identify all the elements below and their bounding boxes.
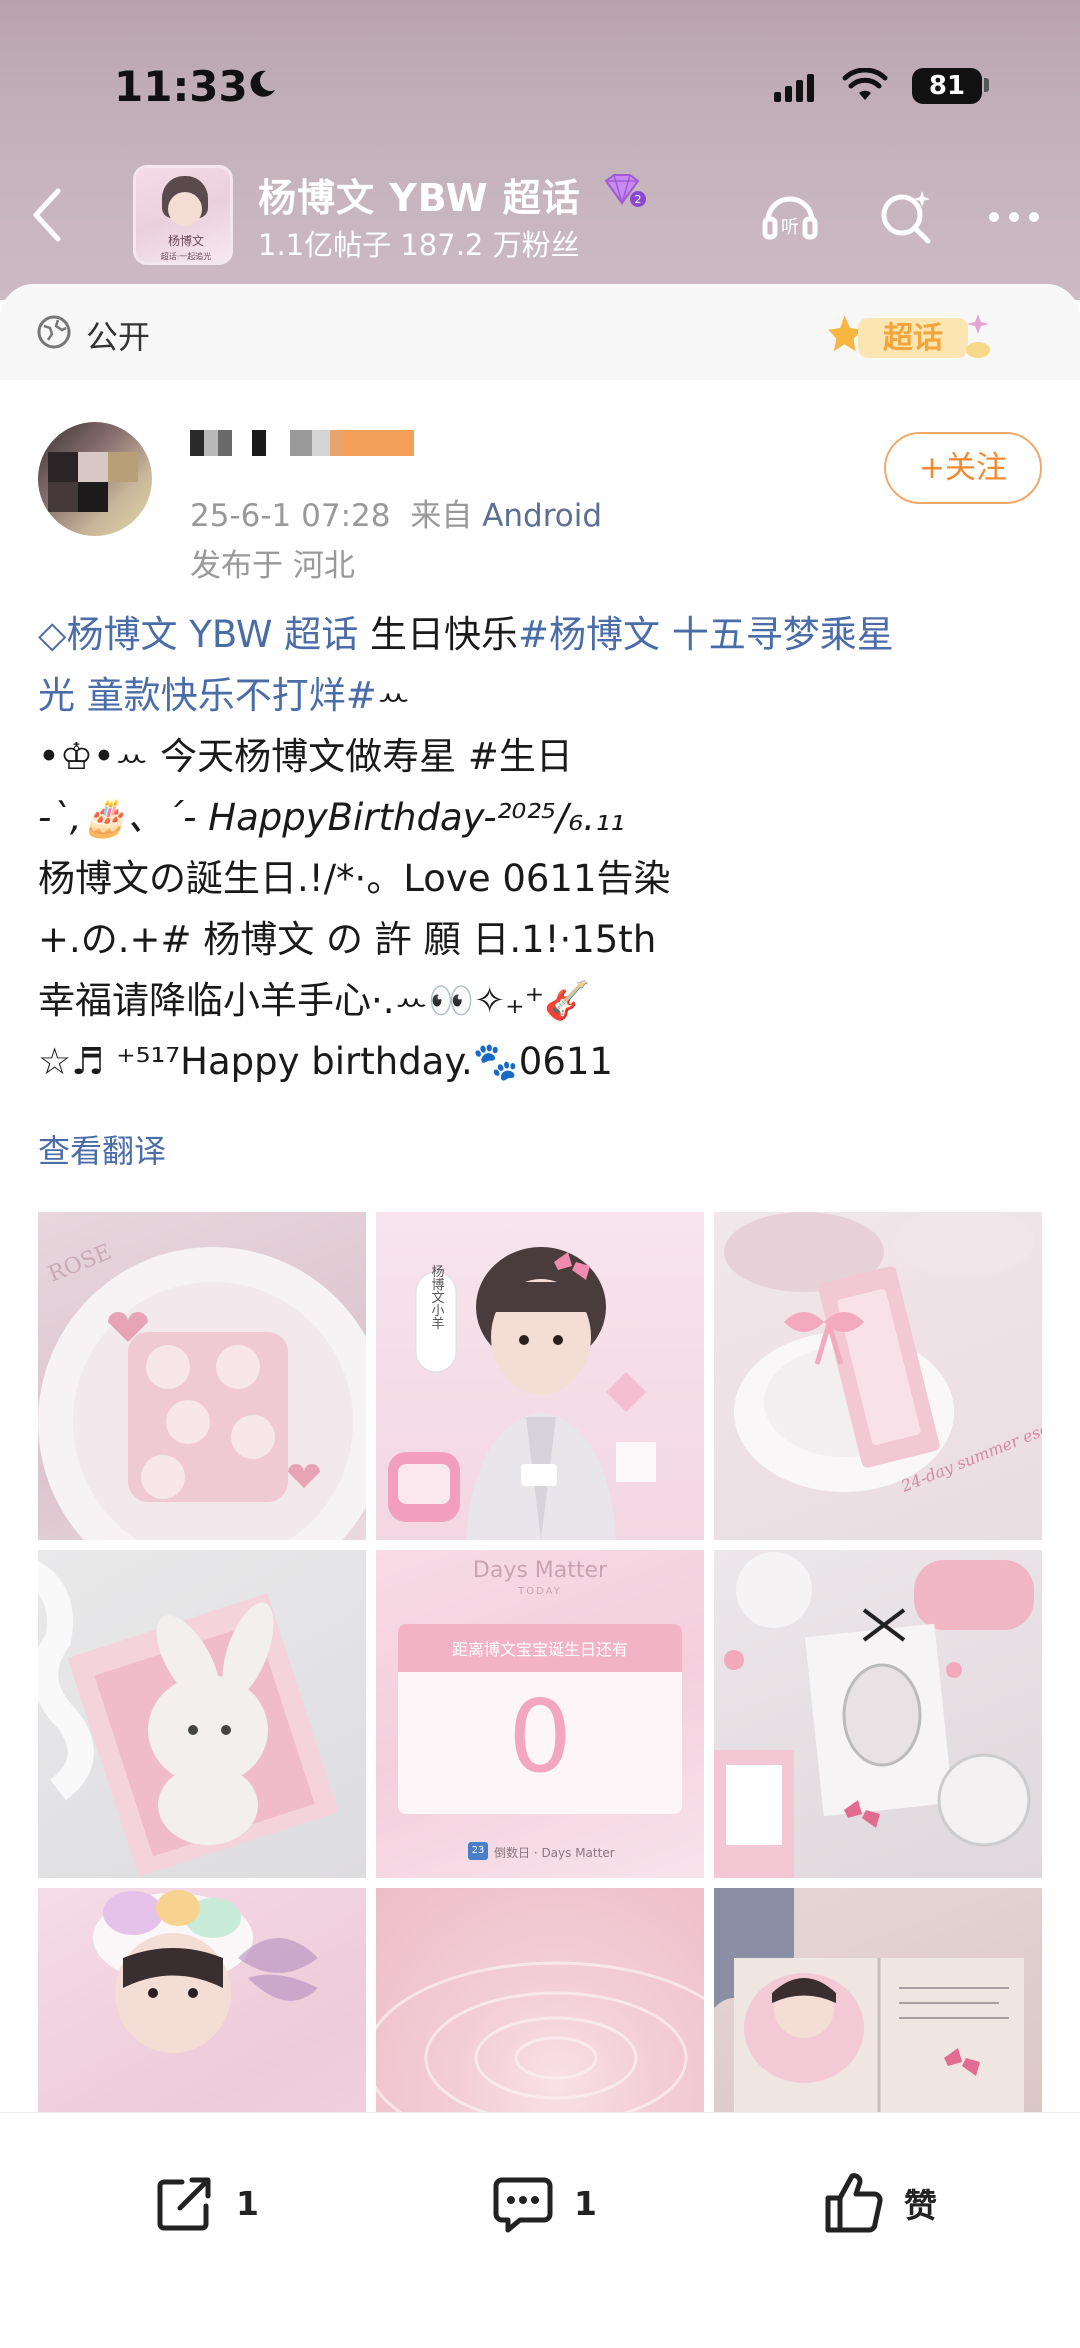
image-tile-portrait-1[interactable]: 杨博文小羊 <box>376 1212 704 1540</box>
comment-icon <box>493 2177 553 2233</box>
days-matter-footer: 倒数日 · Days Matter <box>494 1846 615 1860</box>
battery-cap <box>984 78 989 92</box>
comment-count: 1 <box>574 2183 597 2223</box>
like-label: 赞 <box>904 2186 937 2225</box>
image-tile-days-matter[interactable]: Days Matter TODAY 距离博文宝宝诞生日还有 0 23 倒数日 ·… <box>376 1550 704 1878</box>
days-matter-sub: TODAY <box>518 1586 562 1597</box>
visibility-label: 公开 <box>86 318 151 356</box>
follow-button[interactable]: +关注 <box>884 432 1042 504</box>
days-matter-title: Days Matter <box>472 1558 608 1583</box>
post-line: ☆♬ ⁺⁵¹⁷Happy birthday.🐾0611 <box>38 1040 613 1083</box>
image-tile-cake[interactable]: ROSE <box>38 1212 366 1540</box>
chaohua-badge[interactable]: 超话 <box>826 306 996 366</box>
status-bar: 11:33 81 <box>0 58 1080 118</box>
avatar-pixel <box>78 482 108 512</box>
action-bar: 1 1 赞 <box>0 2112 1080 2348</box>
cellular-signal-icon <box>774 72 814 102</box>
avatar-pixel <box>48 482 78 512</box>
bunny-image <box>38 1560 339 1877</box>
visibility-row: 公开 超话 <box>0 284 1080 380</box>
post-source-prefix: 来自 <box>410 498 483 534</box>
comment-action[interactable]: 1 <box>490 2163 597 2243</box>
globe-icon <box>37 315 71 349</box>
avatar-caption-sub: 超话·一起追光 <box>160 252 212 261</box>
listen-icon[interactable]: 听 <box>760 187 820 247</box>
share-icon <box>157 2177 211 2231</box>
post-source[interactable]: Android <box>482 498 602 534</box>
post-line: ◇杨博文 YBW 超话 生日快乐#杨博文 十五寻梦乘星 <box>38 604 1048 665</box>
flatlay-image <box>714 1552 1034 1878</box>
hashtag-link-cont[interactable]: 光 童款快乐不打烊# <box>38 674 377 717</box>
topic-header: 杨博文 超话·一起追光 杨博文 YBW 超话 2 1.1亿帖子 187.2 万粉… <box>0 165 1080 275</box>
post-line: 杨博文の誕生日.!/*·。Love 0611告染 <box>38 857 671 900</box>
svg-text:2: 2 <box>635 193 642 206</box>
calendar-icon: 23 <box>468 1842 488 1860</box>
post-timestamp: 25-6-1 07:28 <box>190 498 391 534</box>
search-sparkle-icon[interactable] <box>876 187 936 247</box>
tile1-brand: ROSE <box>45 1240 115 1288</box>
topic-link[interactable]: ◇杨博文 YBW 超话 <box>38 613 358 656</box>
chaohua-badge-label: 超话 <box>883 321 943 356</box>
post-text-span: 生日快乐 <box>358 613 518 656</box>
status-time: 11:33 <box>114 62 248 111</box>
avatar-caption-name: 杨博文 <box>167 234 204 248</box>
like-action[interactable]: 赞 <box>820 2163 937 2243</box>
avatar-pixel <box>78 452 108 482</box>
share-action[interactable]: 1 <box>152 2163 259 2243</box>
image-tile-bunny[interactable] <box>38 1550 366 1878</box>
image-tile-flatlay[interactable] <box>714 1550 1042 1878</box>
post-line: +.の.+# 杨博文 の 許 願 日.1!·15th <box>38 918 657 961</box>
days-matter-banner: 距离博文宝宝诞生日还有 <box>451 1640 628 1659</box>
topic-avatar[interactable]: 杨博文 超话·一起追光 <box>133 165 233 265</box>
battery-indicator: 81 <box>912 68 982 104</box>
avatar-caption: 杨博文 超话·一起追光 <box>144 234 228 262</box>
avatar-pixel <box>48 452 78 482</box>
post-location: 发布于 河北 <box>190 548 355 584</box>
user-avatar[interactable] <box>38 422 152 536</box>
back-arrow-icon[interactable] <box>28 185 68 245</box>
more-options-icon[interactable] <box>984 187 1044 247</box>
avatar-face <box>168 192 202 226</box>
portrait-image-1: 杨博文小羊 <box>388 1247 656 1540</box>
tile2-bubble-text: 杨博文小羊 <box>429 1265 445 1330</box>
translate-link[interactable]: 查看翻译 <box>38 1126 166 1172</box>
hashtag-link[interactable]: #杨博文 十五寻梦乘星 <box>518 613 894 656</box>
days-matter-number: 0 <box>508 1678 572 1795</box>
share-count: 1 <box>236 2183 259 2223</box>
wifi-icon <box>842 68 888 100</box>
gem-level-icon: 2 <box>604 174 646 207</box>
avatar-pixel <box>108 452 138 482</box>
post-line: -ˋ,🎂、ˊ- HappyBirthday-²⁰²⁵/₆.₁₁ <box>38 796 625 839</box>
post-line: 幸福请降临小羊手心·.ꕀ👀✧₊⁺🎸 <box>38 979 591 1022</box>
thumbs-up-icon <box>825 2173 883 2233</box>
image-tile-cup[interactable]: 24-day summer escape <box>714 1212 1042 1540</box>
cake-plate-image: ROSE <box>38 1240 366 1540</box>
post-line: •♔•ꕀ 今天杨博文做寿星 #生日 <box>38 735 573 778</box>
username-pixelated[interactable] <box>190 430 414 460</box>
post-line: 光 童款快乐不打烊#ꕀ <box>38 665 1048 726</box>
topic-title[interactable]: 杨博文 YBW 超话 <box>258 167 581 222</box>
post-text-span: ꕀ <box>376 674 411 717</box>
topic-stats: 1.1亿帖子 187.2 万粉丝 <box>258 228 580 262</box>
svg-text:听: 听 <box>781 217 799 238</box>
cup-image: 24-day summer escape <box>724 1212 1042 1496</box>
moon-icon <box>250 70 275 97</box>
post-text: ◇杨博文 YBW 超话 生日快乐#杨博文 十五寻梦乘星 光 童款快乐不打烊#ꕀ … <box>38 604 1048 1092</box>
post-meta: 25-6-1 07:28 来自 Android <box>190 490 602 535</box>
post-card: 公开 超话 25-6-1 07:28 来自 Android 发布于 河北 +关注 <box>0 284 1080 2348</box>
